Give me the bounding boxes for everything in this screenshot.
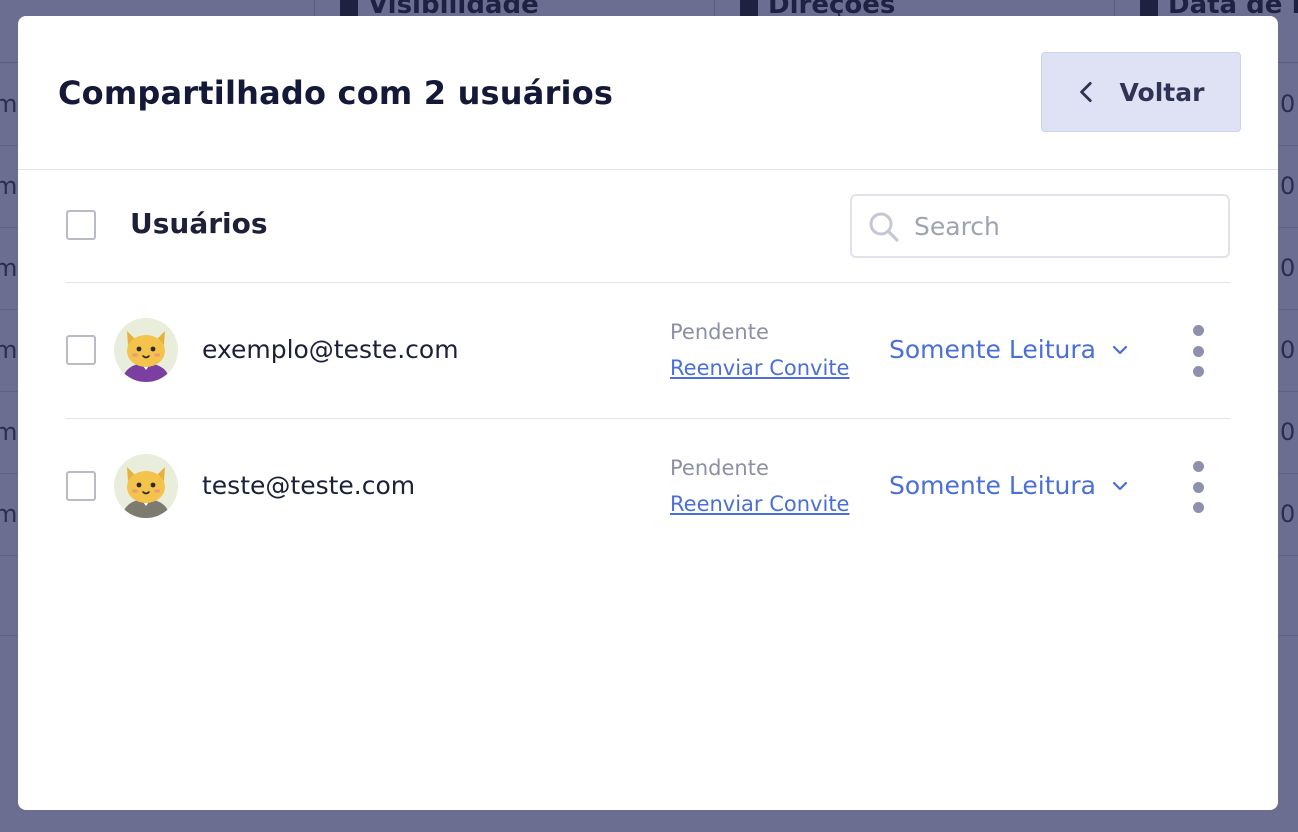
column-divider <box>714 0 715 16</box>
list-divider <box>66 282 1230 283</box>
kebab-dot <box>1192 345 1204 357</box>
more-options-button[interactable] <box>1186 325 1210 377</box>
search-input[interactable] <box>914 206 1214 246</box>
cat-avatar-icon <box>122 467 170 518</box>
background-cell-text: m <box>0 418 18 446</box>
background-cell-text: 0 <box>1280 254 1296 282</box>
resend-invite-link[interactable]: Reenviar Convite <box>670 356 849 380</box>
background-cell-text: 0 <box>1280 336 1296 364</box>
background-cell-text: 0 <box>1280 90 1296 118</box>
background-cell-text: m <box>0 254 18 282</box>
permission-label: Somente Leitura <box>889 335 1096 364</box>
invite-status: Pendente <box>670 456 769 480</box>
kebab-dot <box>1192 481 1204 493</box>
user-row-checkbox[interactable] <box>66 335 96 365</box>
background-cell-text: m <box>0 172 18 200</box>
modal-header: Compartilhado com 2 usuários Voltar <box>18 16 1278 170</box>
column-divider <box>314 0 315 16</box>
background-cell-text: m <box>0 336 18 364</box>
kebab-dot <box>1192 325 1204 336</box>
back-button[interactable]: Voltar <box>1041 52 1241 132</box>
modal-title: Compartilhado com 2 usuários <box>58 74 614 112</box>
resend-invite-link[interactable]: Reenviar Convite <box>670 492 849 516</box>
kebab-dot <box>1192 502 1204 513</box>
document-icon <box>740 0 758 17</box>
chevron-left-icon <box>1079 81 1092 103</box>
list-divider <box>66 418 1230 419</box>
search-icon <box>869 212 899 242</box>
kebab-dot <box>1192 461 1204 472</box>
permission-label: Somente Leitura <box>889 471 1096 500</box>
visibility-icon <box>340 0 358 17</box>
user-row-checkbox[interactable] <box>66 471 96 501</box>
search-field[interactable] <box>850 194 1230 258</box>
chevron-down-icon <box>1112 481 1128 490</box>
user-email: teste@teste.com <box>202 471 416 500</box>
back-button-label: Voltar <box>1119 77 1205 107</box>
kebab-dot <box>1192 366 1204 377</box>
user-row: teste@teste.com Pendente Reenviar Convit… <box>18 427 1278 547</box>
chevron-down-icon <box>1112 345 1128 354</box>
share-modal: Compartilhado com 2 usuários Voltar Usuá… <box>18 16 1278 810</box>
avatar <box>114 454 178 518</box>
calendar-icon <box>1140 0 1158 17</box>
select-all-checkbox[interactable] <box>66 210 96 240</box>
permission-dropdown[interactable]: Somente Leitura <box>889 471 1130 500</box>
cat-avatar-icon <box>122 331 170 382</box>
background-cell-text: 0 <box>1280 172 1296 200</box>
permission-dropdown[interactable]: Somente Leitura <box>889 335 1130 364</box>
column-divider <box>1114 0 1115 16</box>
user-row: exemplo@teste.com Pendente Reenviar Conv… <box>18 291 1278 411</box>
avatar <box>114 318 178 382</box>
more-options-button[interactable] <box>1186 461 1210 513</box>
background-cell-text: 0 <box>1280 418 1296 446</box>
invite-status: Pendente <box>670 320 769 344</box>
background-cell-text: 0 <box>1280 500 1296 528</box>
user-email: exemplo@teste.com <box>202 335 459 364</box>
background-cell-text: m <box>0 90 18 118</box>
users-section-label: Usuários <box>130 207 268 240</box>
background-cell-text: m <box>0 500 18 528</box>
